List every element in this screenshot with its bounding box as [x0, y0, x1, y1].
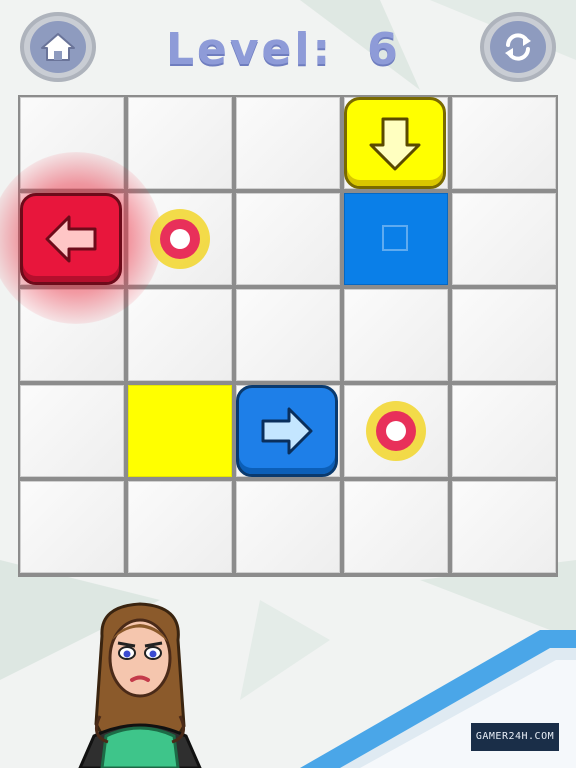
grid-cell[interactable] — [236, 481, 340, 573]
arrow-down-icon — [369, 117, 421, 171]
grid-cell[interactable] — [20, 481, 124, 573]
grid-cell[interactable] — [452, 289, 556, 381]
grid-cell[interactable] — [344, 289, 448, 381]
red-arrow-tile[interactable] — [20, 193, 122, 285]
grid-cell[interactable] — [128, 481, 232, 573]
grid-cell[interactable] — [344, 481, 448, 573]
goal-cell-yellow[interactable] — [128, 385, 232, 477]
refresh-icon — [490, 21, 546, 73]
home-icon — [30, 21, 86, 73]
grid-cell[interactable] — [236, 193, 340, 285]
grid-cell[interactable] — [20, 385, 124, 477]
level-number: 6 — [367, 24, 401, 75]
blue-arrow-tile[interactable] — [236, 385, 338, 477]
refresh-button[interactable] — [480, 12, 556, 82]
target-ring-icon — [366, 401, 426, 461]
grid-cell[interactable] — [452, 97, 556, 189]
home-button[interactable] — [20, 12, 96, 82]
grid-cell[interactable] — [128, 97, 232, 189]
yellow-arrow-tile[interactable] — [344, 97, 446, 189]
watermark: GAMER24H.COM — [471, 723, 559, 751]
goal-cell-blue[interactable] — [344, 193, 448, 285]
grid-cell[interactable] — [452, 385, 556, 477]
grid-cell[interactable] — [236, 289, 340, 381]
level-title: Level: 6 — [166, 22, 416, 78]
target-ring-icon — [150, 209, 210, 269]
grid-cell[interactable] — [452, 193, 556, 285]
goal-marker-icon — [382, 225, 408, 251]
level-label: Level: — [166, 24, 334, 75]
girl-character — [78, 602, 202, 768]
arrow-left-icon — [45, 215, 97, 263]
grid-cell[interactable] — [452, 481, 556, 573]
arrow-right-icon — [261, 407, 313, 455]
grid-cell[interactable] — [128, 289, 232, 381]
grid-cell[interactable] — [236, 97, 340, 189]
